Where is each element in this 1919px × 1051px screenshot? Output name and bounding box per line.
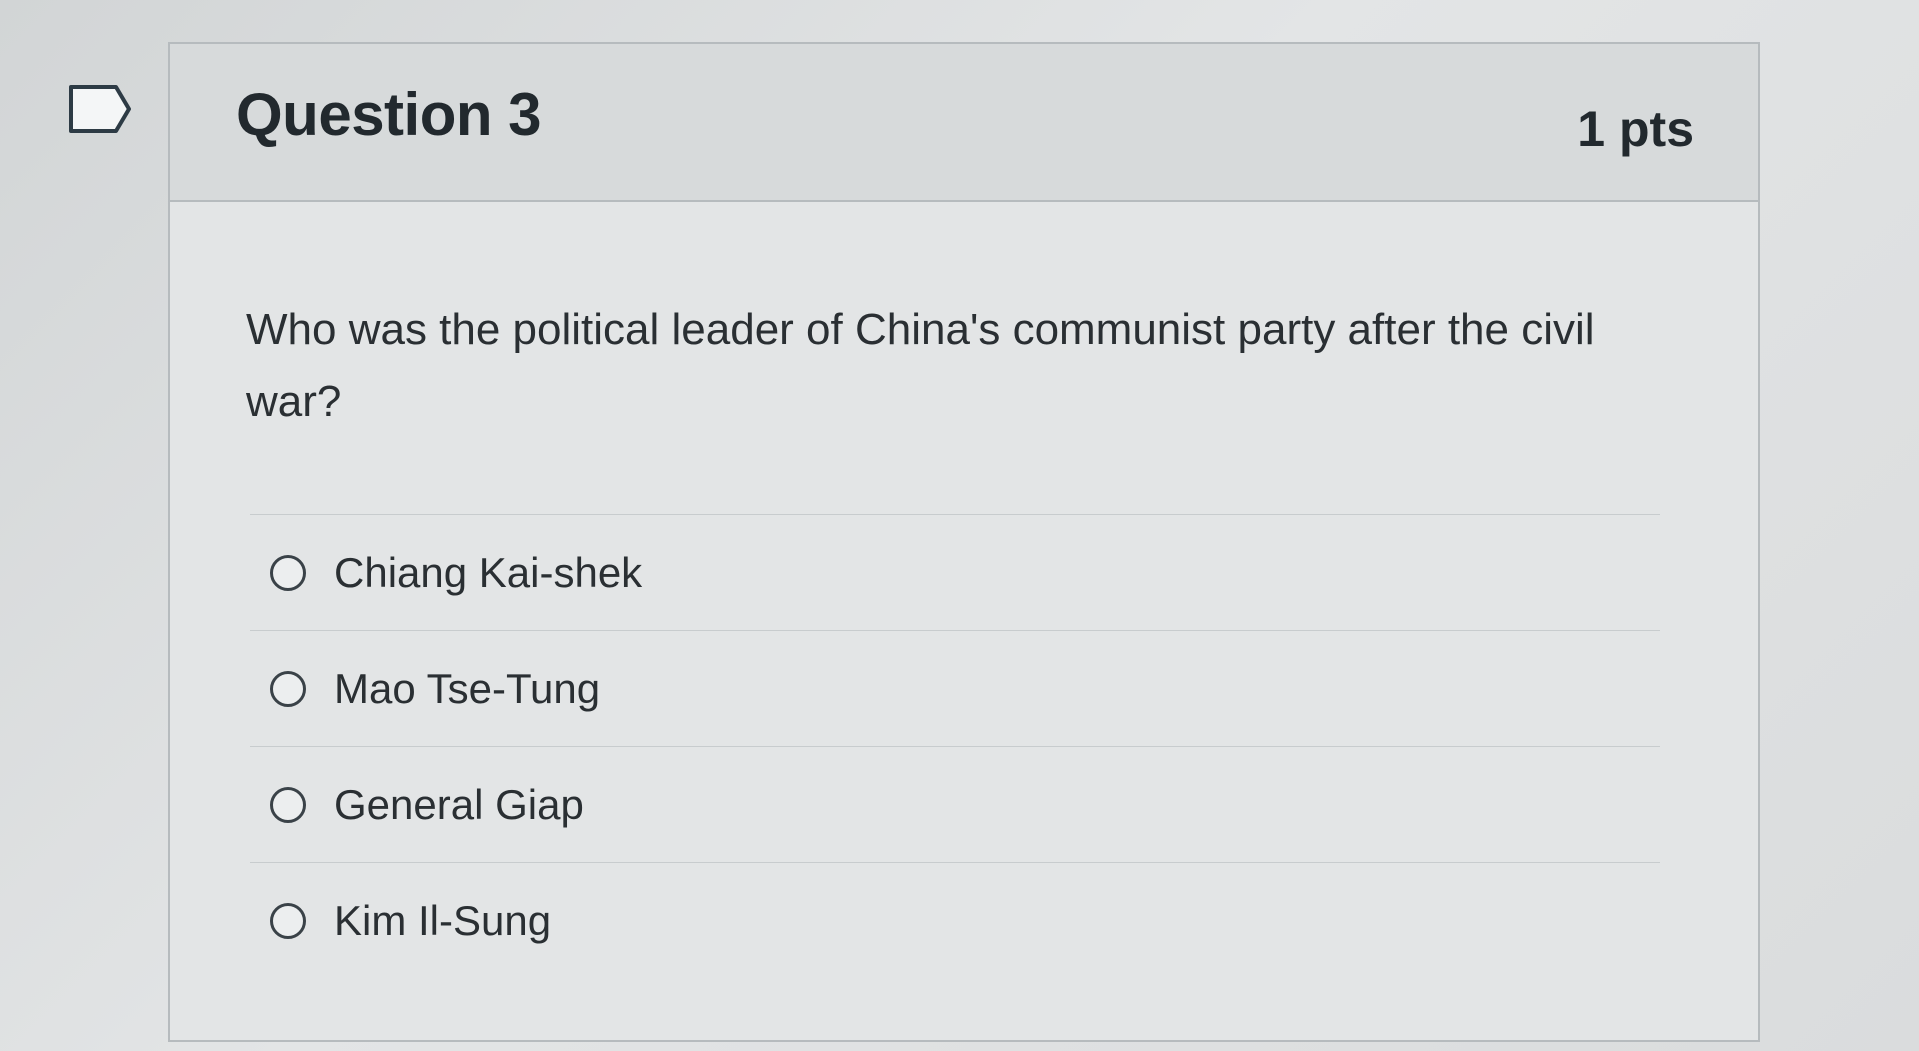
radio-icon[interactable] [270,670,306,707]
answer-option[interactable]: Chiang Kai-shek [250,514,1660,630]
flag-icon[interactable] [68,84,132,134]
question-card: Question 3 1 pts Who was the political l… [168,42,1760,1042]
radio-icon[interactable] [270,554,306,591]
answer-label[interactable]: Kim Il-Sung [334,897,551,945]
answer-option[interactable]: General Giap [250,746,1660,862]
radio-icon[interactable] [270,786,306,823]
question-header: Question 3 1 pts [170,44,1758,202]
answer-option[interactable]: Kim Il-Sung [250,862,1660,978]
answer-list: Chiang Kai-shek Mao Tse-Tung General Gia… [250,514,1660,978]
answer-label[interactable]: Chiang Kai-shek [334,549,642,597]
answer-label[interactable]: General Giap [334,781,584,829]
answer-option[interactable]: Mao Tse-Tung [250,630,1660,746]
radio-icon[interactable] [270,902,306,939]
answer-label[interactable]: Mao Tse-Tung [334,665,600,713]
question-text: Who was the political leader of China's … [246,305,1595,426]
question-title: Question 3 [236,81,542,148]
question-points: 1 pts [1577,101,1694,157]
